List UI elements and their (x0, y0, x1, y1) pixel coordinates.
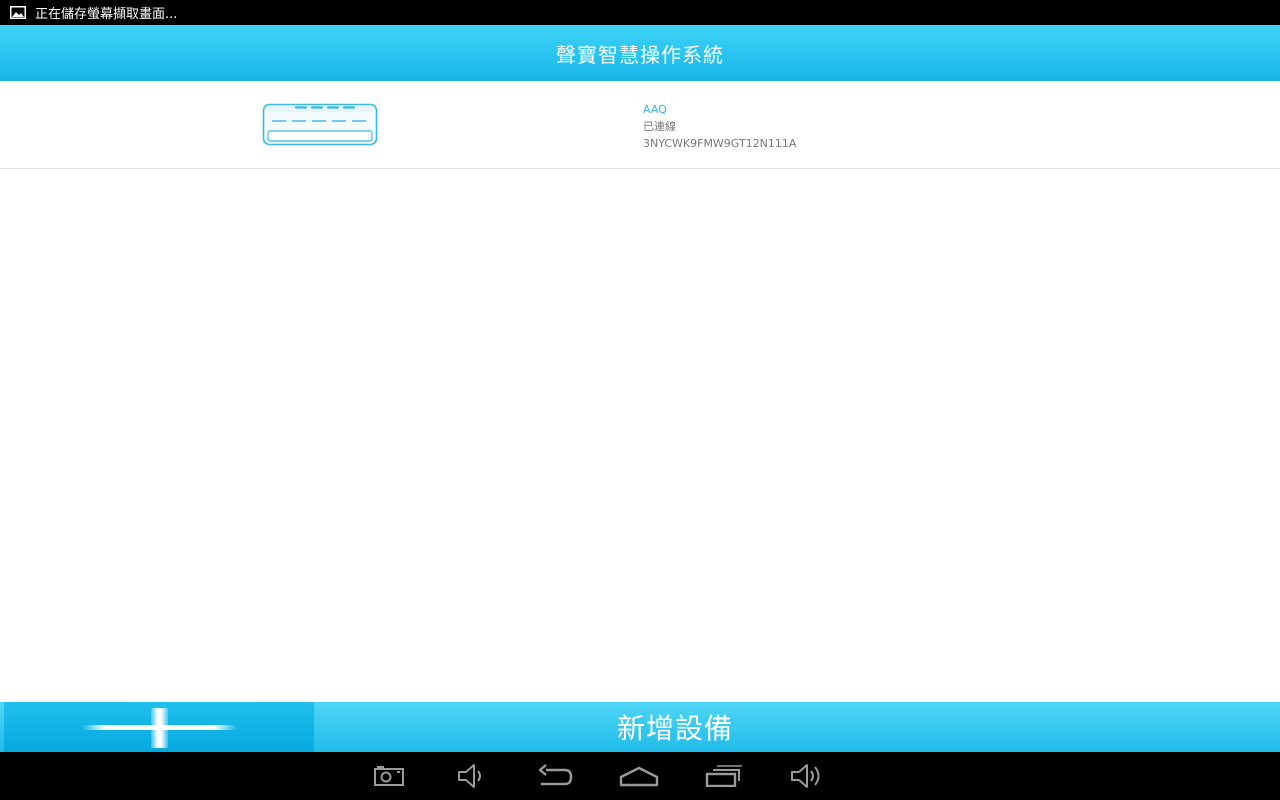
app-header: 聲寶智慧操作系統 (0, 25, 1280, 81)
add-device-bar[interactable]: 新增設備 (0, 702, 1280, 752)
status-bar: 正在儲存螢幕擷取畫面... (0, 0, 1280, 25)
device-serial: 3NYCWK9FMW9GT12N111A (643, 137, 797, 150)
add-device-button[interactable]: 新增設備 (314, 702, 1036, 752)
page-title: 聲寶智慧操作系統 (556, 42, 724, 67)
notification-text: 正在儲存螢幕擷取畫面... (35, 7, 178, 22)
system-navigation-bar (0, 752, 1280, 800)
device-name: AAQ (643, 103, 667, 116)
recent-apps-icon[interactable] (704, 760, 744, 792)
home-icon[interactable] (619, 760, 659, 792)
device-list-item[interactable]: AAQ 已連線 3NYCWK9FMW9GT12N111A (0, 81, 1280, 169)
image-icon (9, 6, 27, 20)
volume-up-icon[interactable] (787, 760, 827, 792)
volume-down-icon[interactable] (451, 760, 491, 792)
device-status: 已連線 (643, 120, 676, 133)
add-device-icon-area[interactable] (4, 702, 314, 752)
back-icon[interactable] (535, 760, 575, 792)
device-info: AAQ 已連線 3NYCWK9FMW9GT12N111A (643, 101, 796, 152)
camera-icon[interactable] (369, 760, 409, 792)
air-conditioner-icon (262, 103, 378, 147)
